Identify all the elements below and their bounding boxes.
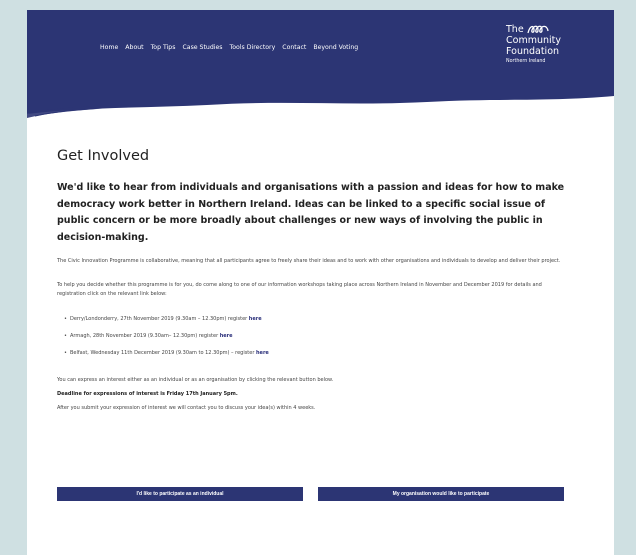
follow-up-text: After you submit your expression of inte…	[57, 405, 316, 411]
workshop-text-armagh: Armagh, 28th November 2019 (9.30am– 12.3…	[70, 333, 220, 339]
page-title: Get Involved	[57, 148, 150, 164]
nav-beyond-voting[interactable]: Beyond Voting	[313, 44, 358, 51]
site-header: Home About Top Tips Case Studies Tools D…	[27, 10, 614, 130]
participate-organisation-button[interactable]: My organisation would like to participat…	[318, 487, 564, 501]
workshop-text-belfast: Belfast, Wednesday 11th December 2019 (9…	[70, 350, 256, 356]
logo-line-foundation: Foundation	[506, 46, 560, 57]
logo-line-community: Community	[506, 35, 561, 46]
list-item: Armagh, 28th November 2019 (9.30am– 12.3…	[64, 328, 567, 345]
logo-swirl-icon	[527, 25, 549, 34]
main-content: Get Involved We'd like to hear from indi…	[57, 148, 567, 413]
register-link-armagh[interactable]: here	[220, 333, 233, 339]
deadline-text: Deadline for expressions of interest is …	[57, 391, 238, 397]
workshop-text-derry: Derry/Londonderry, 27th November 2019 (9…	[70, 316, 249, 322]
list-item: Derry/Londonderry, 27th November 2019 (9…	[64, 311, 567, 328]
logo-line-region: Northern Ireland	[506, 59, 546, 64]
workshop-intro: To help you decide whether this programm…	[57, 282, 542, 297]
workshop-list: Derry/Londonderry, 27th November 2019 (9…	[64, 311, 567, 362]
community-foundation-logo[interactable]: The Community Foundation Northern Irelan…	[506, 24, 586, 94]
nav-contact[interactable]: Contact	[282, 44, 306, 51]
programme-description: The Civic Innovation Programme is collab…	[57, 258, 561, 264]
nav-top-tips[interactable]: Top Tips	[151, 44, 176, 51]
nav-home[interactable]: Home	[100, 44, 118, 51]
main-nav: Home About Top Tips Case Studies Tools D…	[100, 44, 358, 51]
register-link-belfast[interactable]: here	[256, 350, 269, 356]
nav-case-studies[interactable]: Case Studies	[182, 44, 222, 51]
lead-paragraph: We'd like to hear from individuals and o…	[57, 182, 565, 243]
nav-tools-directory[interactable]: Tools Directory	[230, 44, 276, 51]
list-item: Belfast, Wednesday 11th December 2019 (9…	[64, 345, 567, 362]
register-link-derry[interactable]: here	[249, 316, 262, 322]
participate-individual-button[interactable]: I'd like to participate as an individual	[57, 487, 303, 501]
express-interest-text: You can express an interest either as an…	[57, 377, 334, 383]
nav-about[interactable]: About	[125, 44, 143, 51]
participation-buttons: I'd like to participate as an individual…	[57, 487, 564, 501]
